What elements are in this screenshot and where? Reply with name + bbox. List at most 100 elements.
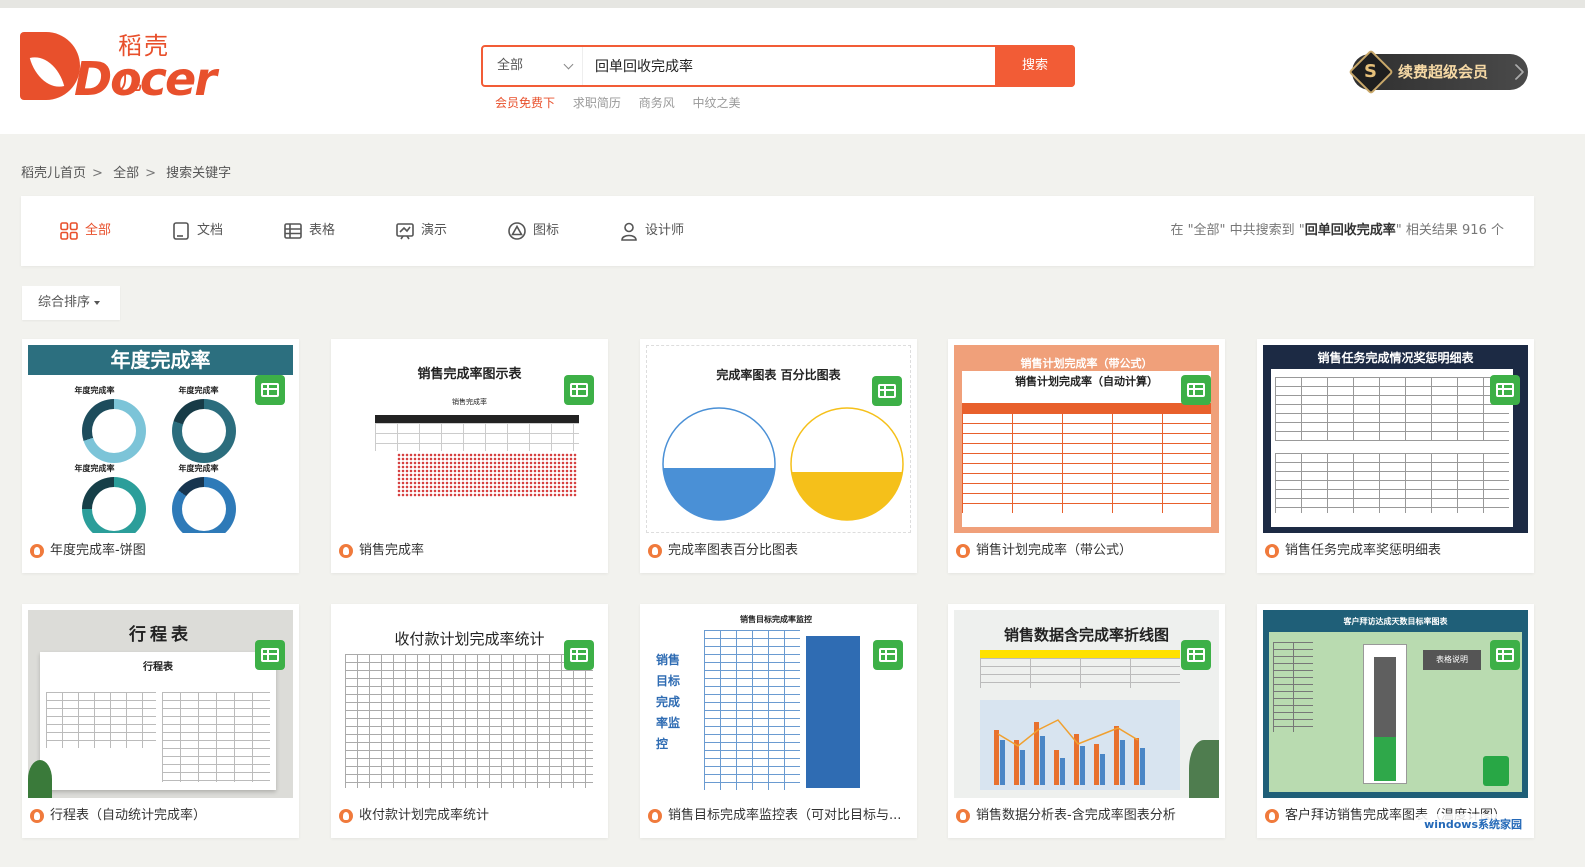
hot-tag[interactable]: 中纹之美 [693, 96, 741, 110]
thumb-sheet: 行程表 [40, 652, 276, 790]
user-icon [621, 222, 637, 241]
docer-logo[interactable]: 稻壳儿 Docer [20, 26, 217, 106]
tab-icons[interactable]: 图标 [507, 220, 559, 242]
card-title[interactable]: 销售数据分析表-含完成率图表分析 [956, 807, 1218, 825]
thumb-title: 销售完成率图示表 [417, 367, 522, 382]
table-grid [980, 658, 1180, 688]
docer-icon [339, 544, 353, 558]
docer-icon [30, 544, 44, 558]
plant-decoration [1189, 740, 1219, 798]
spreadsheet-badge-icon [872, 376, 902, 406]
tab-label: 表格 [309, 223, 336, 238]
thumb-title: 客户拜访达成天数目标率图表 [1343, 617, 1448, 626]
filter-bar: 全部 文档 表格 演示 图标 设计师 在 "全部" 中共搜索到 "回单回收完成率… [21, 196, 1534, 266]
docer-icon [956, 809, 970, 823]
card-thumbnail: 完成率图表 百分比图表 [646, 345, 911, 533]
search-category-label: 全部 [497, 58, 524, 73]
tab-spreadsheets[interactable]: 表格 [283, 220, 335, 242]
tab-all[interactable]: 全部 [59, 220, 111, 242]
card-title-text: 年度完成率-饼图 [50, 543, 146, 558]
card-thumbnail: 收付款计划完成率统计 [337, 610, 602, 798]
card-thumbnail: 销售数据含完成率折线图 [954, 610, 1219, 798]
sort-label: 综合排序 [38, 295, 91, 310]
tab-label: 设计师 [645, 223, 685, 238]
spreadsheet-badge-icon [1490, 640, 1520, 670]
template-card[interactable]: 行程表 行程表 行程表（自动统计完成率） [22, 604, 299, 838]
thumb-title: 收付款计划完成率统计 [394, 630, 545, 648]
table-grid [345, 654, 593, 788]
chevron-down-icon [563, 59, 574, 70]
thumb-title: 销售目标完成率监控 [740, 615, 812, 624]
plant-decoration [28, 760, 52, 798]
template-card[interactable]: 销售数据含完成率折线图 销售数据分析表-含完成率图表分析 [948, 604, 1225, 838]
template-card[interactable]: 销售完成率图示表 销售完成率 销售完成率 [331, 339, 608, 573]
thumb-sub: 销售完成率 [452, 398, 487, 406]
tab-documents[interactable]: 文档 [171, 220, 223, 242]
search-category-select[interactable]: 全部 [483, 47, 583, 85]
breadcrumb-home[interactable]: 稻壳儿首页 [21, 166, 86, 181]
docer-icon [648, 809, 662, 823]
breadcrumb-all[interactable]: 全部 [113, 166, 139, 181]
table-grid [962, 413, 1211, 513]
docer-icon [339, 809, 353, 823]
thumb-side-title: 销售目标完成率监控 [656, 653, 681, 751]
document-icon [173, 222, 189, 240]
result-prefix: 在 "全部" 中共搜索到 " [1170, 223, 1305, 238]
card-title[interactable]: 收付款计划完成率统计 [339, 807, 601, 825]
spreadsheet-badge-icon [255, 375, 285, 405]
card-title[interactable]: 销售计划完成率（带公式） [956, 542, 1218, 560]
card-title-text: 销售计划完成率（带公式） [976, 543, 1133, 558]
card-title[interactable]: 行程表（自动统计完成率） [30, 807, 292, 825]
table-grid [162, 692, 270, 782]
spreadsheet-badge-icon [1490, 375, 1520, 405]
dot-matrix-chart [397, 453, 577, 497]
template-card[interactable]: 年度完成率 年度完成率 年度完成率 年度完成率 年度完成率 年度完成率-饼图 [22, 339, 299, 573]
template-card[interactable]: 客户拜访达成天数目标率图表 表格说明 客户拜访销售完成率图表（温度计图） win… [1257, 604, 1534, 838]
table-grid [375, 423, 579, 451]
spreadsheet-badge-icon [873, 640, 903, 670]
card-title[interactable]: 销售任务完成率奖惩明细表 [1265, 542, 1527, 560]
card-title-text: 收付款计划完成率统计 [359, 808, 490, 823]
template-card[interactable]: 完成率图表 百分比图表 完成率图表百分比图表 [640, 339, 917, 573]
thermometer-chart [1363, 644, 1407, 784]
table-grid [1273, 642, 1313, 732]
hot-tag[interactable]: 商务风 [639, 96, 675, 110]
donut-chart [82, 399, 146, 463]
table-grid [704, 630, 800, 790]
card-title[interactable]: 销售目标完成率监控表（可对比目标与... [648, 807, 910, 825]
hot-tag[interactable]: 会员免费下 [495, 96, 555, 110]
percentage-circle-chart [662, 407, 904, 521]
template-card[interactable]: 销售目标完成率监控 销售目标完成率监控 销售目标完成率监控表（可对比目标与... [640, 604, 917, 838]
tab-designers[interactable]: 设计师 [619, 220, 684, 242]
card-thumbnail: 客户拜访达成天数目标率图表 表格说明 [1263, 610, 1528, 798]
card-title[interactable]: 销售完成率 [339, 542, 601, 560]
spreadsheet-badge-icon [255, 640, 285, 670]
thumb-sub: 表格说明 [1423, 650, 1481, 670]
docer-icon [1265, 809, 1279, 823]
template-card[interactable]: 收付款计划完成率统计 收付款计划完成率统计 [331, 604, 608, 838]
card-thumbnail: 销售完成率图示表 销售完成率 [337, 345, 602, 533]
table-grid [1275, 453, 1509, 513]
arrow-icon [1507, 63, 1525, 81]
thumb-title: 销售计划完成率（带公式） [1020, 357, 1153, 370]
card-title[interactable]: 完成率图表百分比图表 [648, 542, 910, 560]
docer-icon [648, 544, 662, 558]
search-button[interactable]: 搜索 [995, 45, 1075, 87]
thumb-sub: 销售计划完成率（自动计算） [1015, 375, 1158, 388]
vip-s-glyph: S [1364, 61, 1377, 82]
template-card[interactable]: 销售任务完成情况奖惩明细表 销售任务完成率奖惩明细表 [1257, 339, 1534, 573]
docer-icon [30, 809, 44, 823]
logo-en-text: Docer [74, 52, 217, 106]
tab-label: 演示 [421, 223, 448, 238]
vip-renew-button[interactable]: S 续费超级会员 [1348, 49, 1528, 95]
spreadsheet-badge-icon [564, 640, 594, 670]
tab-presentations[interactable]: 演示 [395, 220, 447, 242]
hot-tag[interactable]: 求职简历 [573, 96, 621, 110]
card-thumbnail: 销售计划完成率（带公式） 销售计划完成率（自动计算） [954, 345, 1219, 533]
card-title[interactable]: 年度完成率-饼图 [30, 542, 292, 560]
sort-dropdown[interactable]: 综合排序 [22, 286, 120, 320]
card-title-text: 销售完成率 [359, 543, 425, 558]
search-input[interactable] [595, 55, 975, 77]
spreadsheet-badge-icon [564, 375, 594, 405]
template-card[interactable]: 销售计划完成率（带公式） 销售计划完成率（自动计算） 销售计划完成率（带公式） [948, 339, 1225, 573]
